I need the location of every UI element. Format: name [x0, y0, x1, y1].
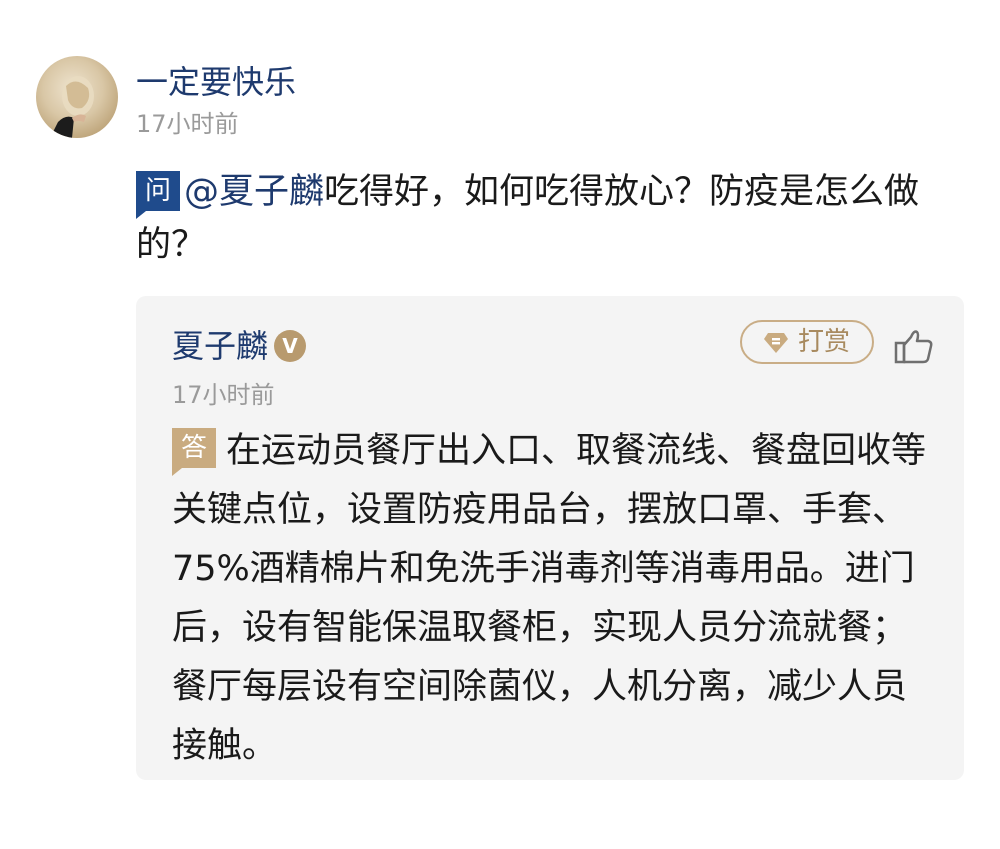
answer-body: 在运动员餐厅出入口、取餐流线、餐盘回收等关键点位，设置防疫用品台，摆放口罩、手套…	[172, 431, 927, 766]
avatar[interactable]	[36, 56, 118, 138]
answer-text: 答在运动员餐厅出入口、取餐流线、餐盘回收等关键点位，设置防疫用品台，摆放口罩、手…	[172, 422, 932, 776]
answer-author[interactable]: 夏子麟	[172, 324, 268, 368]
answer-card: 夏子麟 V 17小时前 打赏 答在运动员餐厅出入口、取餐流线、餐盘回收等关键点位…	[136, 296, 964, 780]
username[interactable]: 一定要快乐	[136, 60, 296, 104]
question-text: 问 @夏子麟吃得好，如何吃得放心？防疫是怎么做的？	[136, 166, 936, 272]
thumbs-up-icon[interactable]	[894, 326, 934, 366]
answer-badge: 答	[172, 428, 216, 476]
question-badge: 问	[136, 171, 180, 219]
tip-button[interactable]: 打赏	[740, 320, 874, 364]
verified-icon: V	[274, 330, 306, 362]
post-time: 17小时前	[136, 110, 239, 138]
mention-link[interactable]: @夏子麟	[184, 172, 324, 212]
tip-label: 打赏	[798, 327, 851, 357]
diamond-coin-icon	[764, 333, 788, 353]
answer-time: 17小时前	[172, 381, 275, 409]
